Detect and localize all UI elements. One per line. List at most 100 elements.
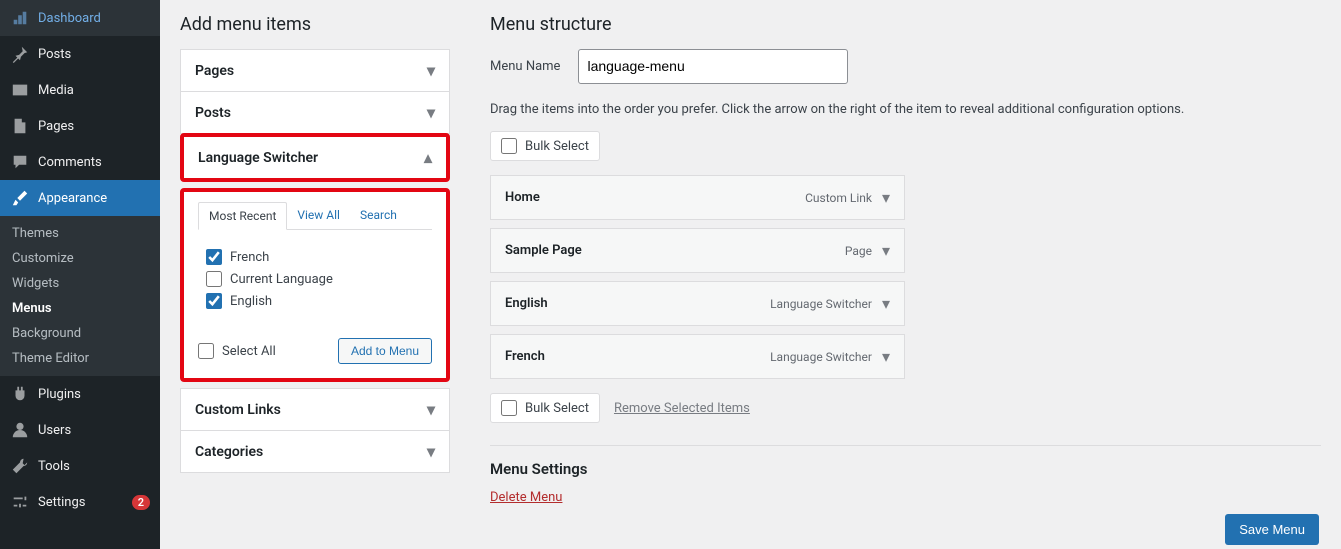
save-menu-button[interactable]: Save Menu (1225, 514, 1319, 545)
tab-view-all[interactable]: View All (287, 202, 350, 229)
caret-down-icon[interactable]: ▾ (882, 347, 890, 366)
sidebar-item-pages[interactable]: Pages (0, 108, 160, 144)
menu-item-type: Language Switcher (770, 350, 872, 364)
submenu-themes[interactable]: Themes (0, 221, 160, 246)
sidebar-label: Tools (38, 459, 150, 474)
menu-item-english[interactable]: English Language Switcher ▾ (490, 281, 905, 326)
sidebar-label: Settings (38, 495, 128, 510)
menu-item-type: Custom Link (805, 191, 872, 205)
submenu-customize[interactable]: Customize (0, 246, 160, 271)
settings-badge: 2 (132, 495, 150, 510)
dashboard-icon (10, 8, 30, 28)
add-items-title: Add menu items (180, 10, 450, 35)
menu-item-title: Sample Page (505, 243, 845, 258)
menu-settings-title: Menu Settings (490, 445, 1321, 478)
accordion-label: Categories (195, 444, 263, 460)
bulk-checkbox[interactable] (501, 138, 517, 154)
sidebar-item-comments[interactable]: Comments (0, 144, 160, 180)
check-french[interactable]: French (206, 246, 424, 268)
accordion-header[interactable]: Custom Links ▾ (181, 389, 449, 430)
bulk-select-top: Bulk Select (490, 131, 1321, 161)
sidebar-item-appearance[interactable]: Appearance (0, 180, 160, 216)
tab-search[interactable]: Search (350, 202, 407, 229)
submenu-theme-editor[interactable]: Theme Editor (0, 346, 160, 371)
menu-name-row: Menu Name (490, 49, 1321, 84)
sidebar-label: Appearance (38, 191, 150, 206)
bulk-checkbox[interactable] (501, 400, 517, 416)
accordion-label: Custom Links (195, 402, 281, 418)
language-checklist: French Current Language English (198, 240, 432, 318)
caret-down-icon[interactable]: ▾ (882, 294, 890, 313)
remove-selected-link[interactable]: Remove Selected Items (614, 401, 750, 416)
menu-item-title: English (505, 296, 770, 311)
main-content: Add menu items Pages ▾ Posts ▾ Language … (160, 0, 1341, 549)
sidebar-item-settings[interactable]: Settings 2 (0, 484, 160, 520)
sidebar-label: Users (38, 423, 150, 438)
sidebar-label: Comments (38, 155, 150, 170)
wrench-icon (10, 456, 30, 476)
menu-name-label: Menu Name (490, 59, 560, 74)
sidebar-item-tools[interactable]: Tools (0, 448, 160, 484)
sidebar-item-plugins[interactable]: Plugins (0, 376, 160, 412)
admin-sidebar: Dashboard Posts Media Pages Comments App… (0, 0, 160, 549)
submenu-background[interactable]: Background (0, 321, 160, 346)
select-all-label: Select All (222, 344, 276, 359)
sidebar-item-media[interactable]: Media (0, 72, 160, 108)
bulk-select[interactable]: Bulk Select (490, 393, 600, 423)
accordion-label: Language Switcher (198, 150, 318, 166)
check-label: Current Language (230, 272, 333, 287)
bulk-select[interactable]: Bulk Select (490, 131, 600, 161)
menu-item-title: French (505, 349, 770, 364)
submenu-menus[interactable]: Menus (0, 296, 160, 321)
help-text: Drag the items into the order you prefer… (490, 102, 1321, 117)
sidebar-label: Dashboard (38, 11, 150, 26)
accordion-header[interactable]: Categories ▾ (181, 431, 449, 472)
language-switcher-panel: Most Recent View All Search French Curre… (180, 188, 450, 382)
accordion-header[interactable]: Pages ▾ (181, 50, 449, 91)
media-icon (10, 80, 30, 100)
accordion-language-switcher[interactable]: Language Switcher ▴ (180, 133, 450, 182)
submenu-widgets[interactable]: Widgets (0, 271, 160, 296)
panel-tabs: Most Recent View All Search (198, 202, 432, 230)
checkbox-current-language[interactable] (206, 271, 222, 287)
check-label: French (230, 250, 269, 265)
accordion-header[interactable]: Language Switcher ▴ (184, 137, 446, 178)
caret-up-icon: ▴ (424, 148, 432, 167)
bulk-select-bottom: Bulk Select Remove Selected Items (490, 393, 1321, 423)
menu-item-french[interactable]: French Language Switcher ▾ (490, 334, 905, 379)
delete-menu-link[interactable]: Delete Menu (490, 490, 562, 505)
check-current-language[interactable]: Current Language (206, 268, 424, 290)
menu-structure-column: Menu structure Menu Name Drag the items … (470, 0, 1341, 549)
menu-item-home[interactable]: Home Custom Link ▾ (490, 175, 905, 220)
caret-down-icon: ▾ (427, 442, 435, 461)
plugin-icon (10, 384, 30, 404)
caret-down-icon: ▾ (427, 61, 435, 80)
sidebar-label: Pages (38, 119, 150, 134)
add-to-menu-button[interactable]: Add to Menu (338, 338, 432, 364)
checkbox-english[interactable] (206, 293, 222, 309)
add-menu-items-column: Add menu items Pages ▾ Posts ▾ Language … (160, 0, 470, 549)
sidebar-item-dashboard[interactable]: Dashboard (0, 0, 160, 36)
select-all[interactable]: Select All (198, 340, 276, 362)
select-all-row: Select All Add to Menu (198, 332, 432, 364)
menu-item-sample-page[interactable]: Sample Page Page ▾ (490, 228, 905, 273)
accordion-pages[interactable]: Pages ▾ (180, 49, 450, 92)
menu-item-type: Language Switcher (770, 297, 872, 311)
sidebar-label: Posts (38, 47, 150, 62)
tab-most-recent[interactable]: Most Recent (198, 202, 287, 230)
caret-down-icon[interactable]: ▾ (882, 241, 890, 260)
accordion-posts[interactable]: Posts ▾ (180, 92, 450, 134)
checkbox-select-all[interactable] (198, 343, 214, 359)
sidebar-item-posts[interactable]: Posts (0, 36, 160, 72)
brush-icon (10, 188, 30, 208)
accordion-header[interactable]: Posts ▾ (181, 92, 449, 133)
accordion-categories[interactable]: Categories ▾ (180, 431, 450, 473)
accordion-custom-links[interactable]: Custom Links ▾ (180, 388, 450, 431)
menu-item-title: Home (505, 190, 805, 205)
caret-down-icon[interactable]: ▾ (882, 188, 890, 207)
menu-name-input[interactable] (578, 49, 848, 84)
check-english[interactable]: English (206, 290, 424, 312)
sidebar-label: Plugins (38, 387, 150, 402)
checkbox-french[interactable] (206, 249, 222, 265)
sidebar-item-users[interactable]: Users (0, 412, 160, 448)
